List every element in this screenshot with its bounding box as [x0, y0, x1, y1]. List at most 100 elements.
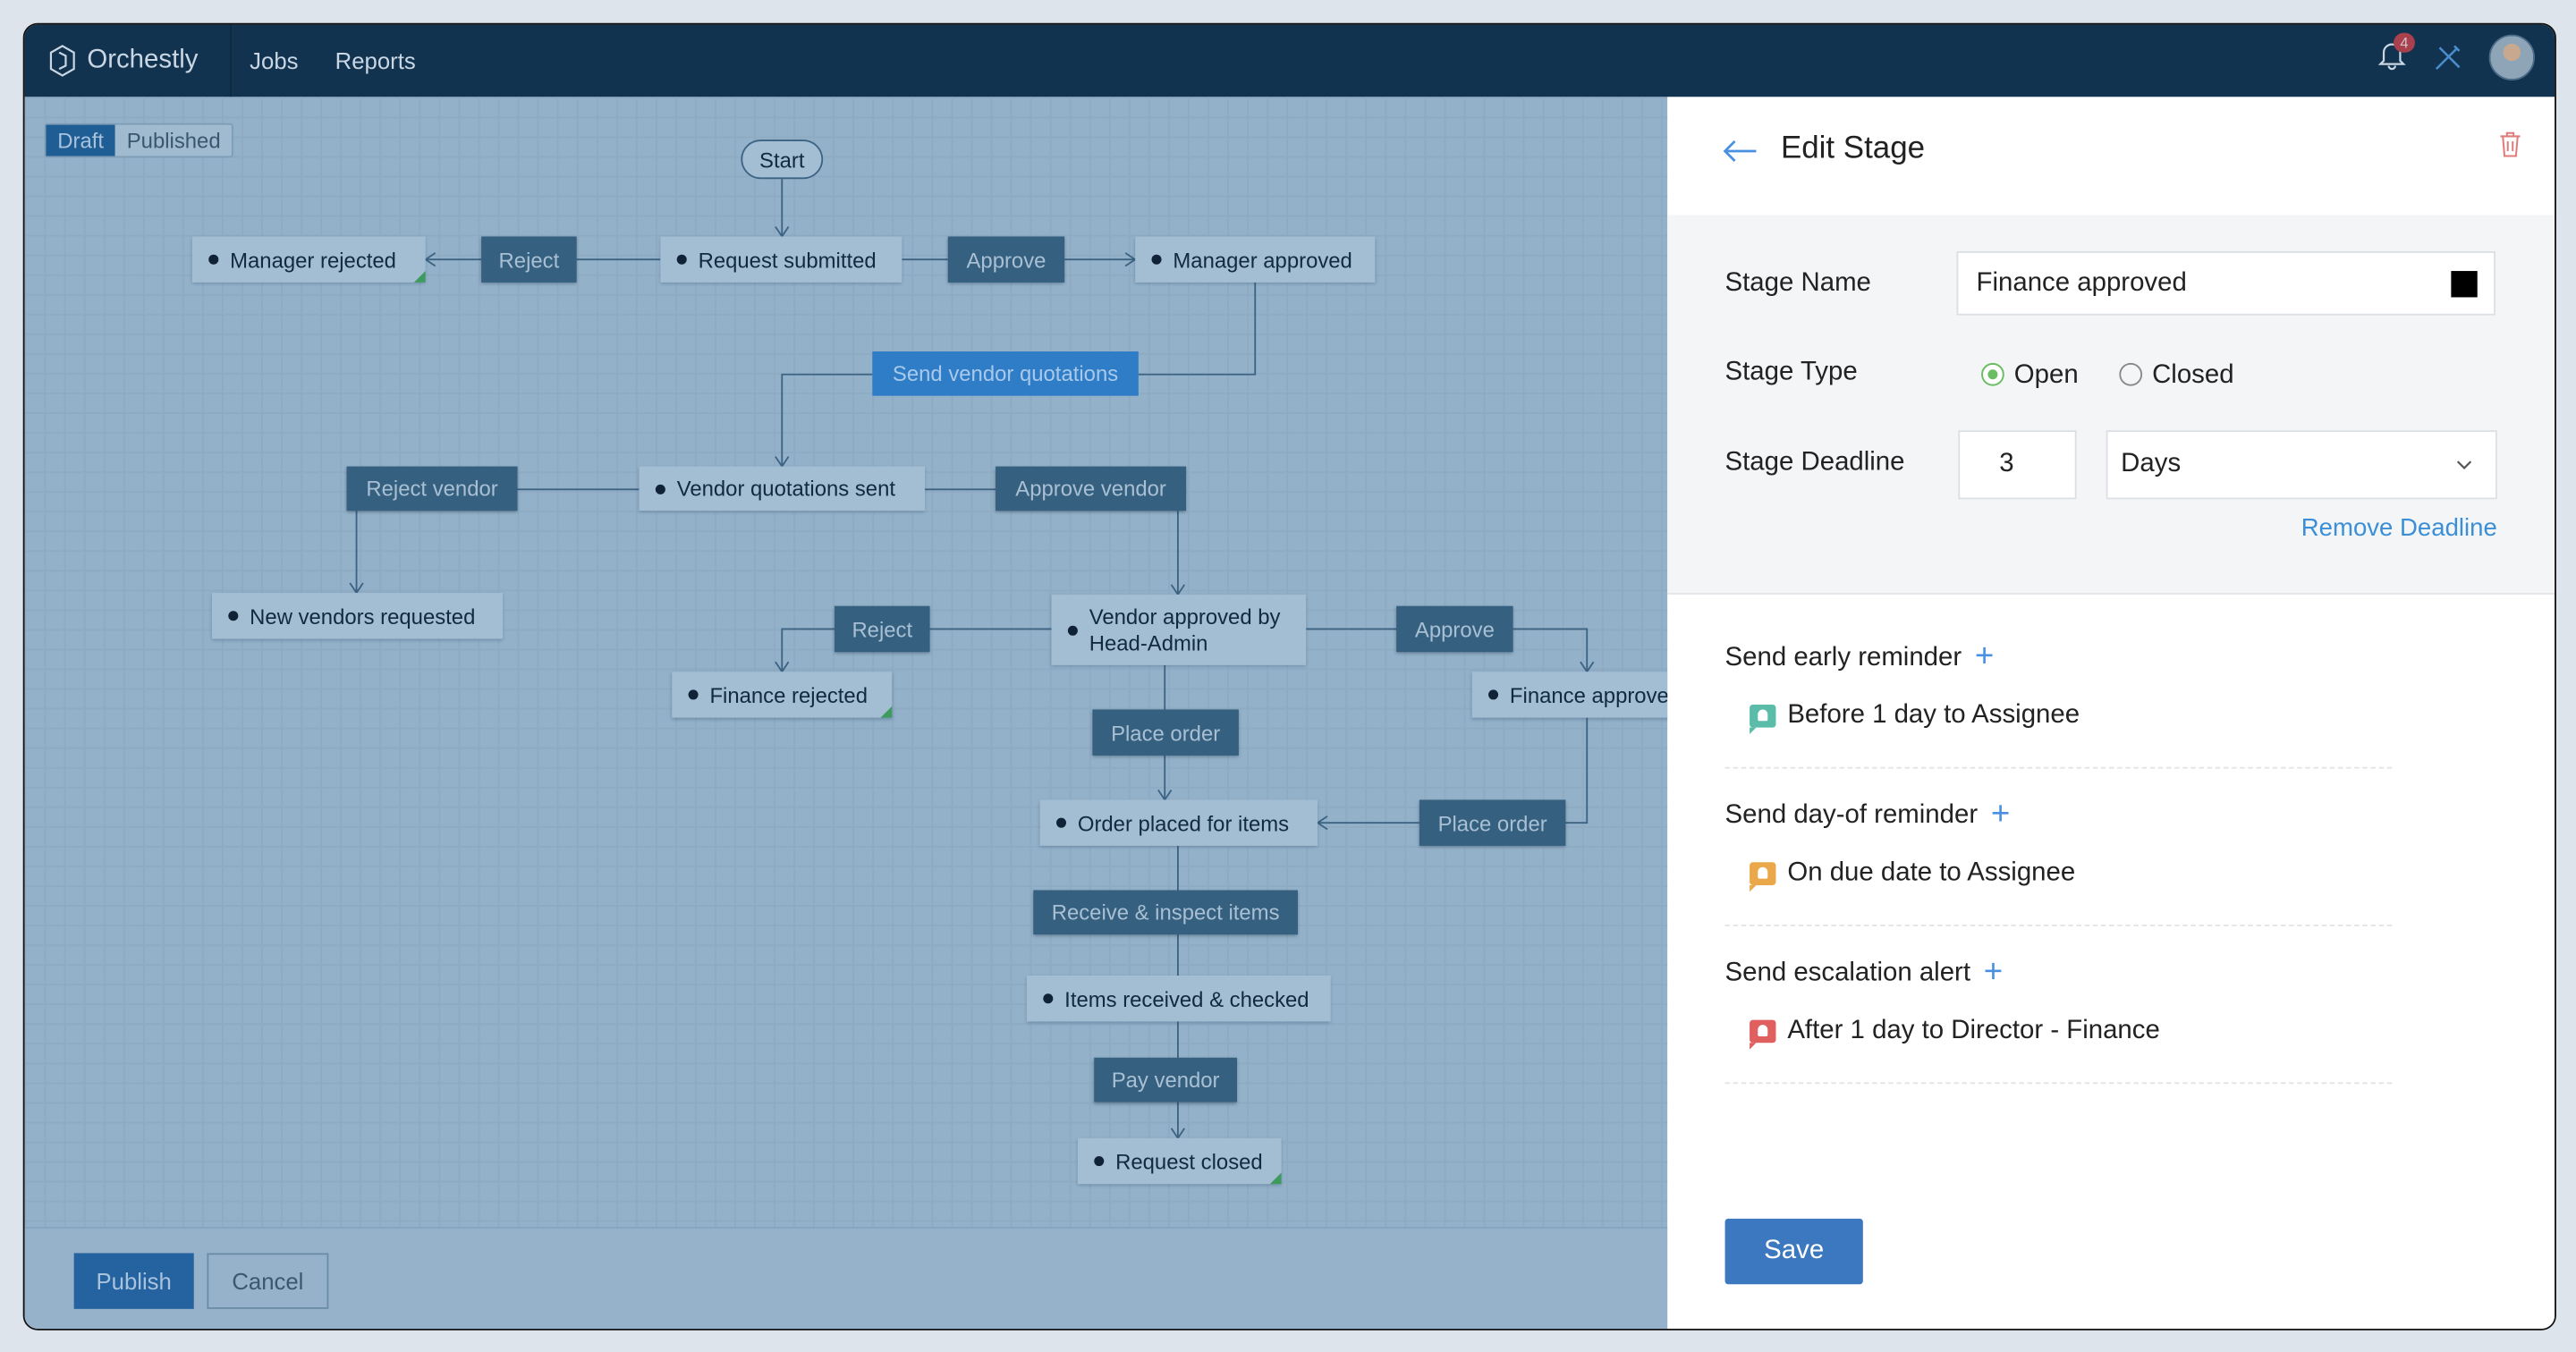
avatar[interactable]	[2488, 34, 2536, 80]
node-label: Place order	[1437, 810, 1547, 835]
radio-open-indicator	[1981, 362, 2004, 386]
node-label: Manager approved	[1173, 247, 1352, 272]
add-reminder-plus-icon[interactable]: +	[1984, 954, 2003, 990]
node-label: Send vendor quotations	[892, 361, 1119, 386]
panel-title: Edit Stage	[1780, 131, 1926, 166]
node-label: Finance approved	[1509, 682, 1682, 707]
stage-node[interactable]: Vendor quotations sent	[639, 466, 926, 511]
brand-name: Orchestly	[87, 46, 199, 74]
nav-reports[interactable]: Reports	[335, 25, 416, 97]
stage-name-input[interactable]: Finance approved	[1956, 251, 2496, 316]
node-label: Approve	[1414, 616, 1495, 642]
nav-jobs[interactable]: Jobs	[250, 25, 298, 97]
node-label: Finance rejected	[709, 682, 869, 707]
reminder-title: Send escalation alert	[1724, 959, 1971, 987]
publish-button[interactable]: Publish	[73, 1253, 194, 1309]
save-button[interactable]: Save	[1724, 1218, 1863, 1285]
stage-node[interactable]: Request submitted	[660, 236, 902, 283]
deadline-unit-select[interactable]: Days	[2106, 430, 2497, 500]
transition-node[interactable]: Reject	[835, 605, 930, 653]
orchestly-logo-icon	[49, 45, 75, 77]
node-label: Approve vendor	[1015, 476, 1166, 502]
reminder-section-title: Send escalation alert +	[1725, 954, 2004, 992]
transition-node[interactable]: Place order	[1419, 799, 1566, 846]
notification-badge: 4	[2394, 31, 2415, 52]
stage-node[interactable]: Vendor approved by Head-Admin	[1051, 594, 1307, 665]
stage-node[interactable]: Finance approved	[1471, 672, 1694, 718]
trash-icon[interactable]	[2499, 131, 2522, 157]
transition-node[interactable]: Approve	[1396, 605, 1513, 653]
stage-node[interactable]: Manager approved	[1135, 236, 1376, 283]
node-label: New vendors requested	[250, 603, 476, 629]
stage-deadline-label: Stage Deadline	[1724, 448, 1905, 477]
reminder-title: Send early reminder	[1724, 643, 1962, 672]
brand-logo[interactable]: Orchestly	[47, 25, 198, 97]
divider	[1724, 766, 2393, 769]
transition-node[interactable]: Reject	[481, 236, 577, 283]
notifications-button[interactable]: 4	[2377, 31, 2415, 78]
remove-deadline-link[interactable]: Remove Deadline	[2301, 514, 2497, 542]
node-label: Request submitted	[698, 247, 877, 272]
app-window: Orchestly Jobs Reports 4 Draft Published…	[22, 22, 2556, 1331]
transition-node[interactable]: Pay vendor	[1094, 1057, 1238, 1103]
node-label: Reject	[852, 616, 913, 642]
radio-open-label: Open	[2013, 361, 2079, 390]
connector-line	[1513, 628, 1589, 672]
transition-node[interactable]: Approve	[947, 236, 1065, 283]
reminder-text: Before 1 day to Assignee	[1787, 701, 2080, 730]
workflow-canvas[interactable]: Draft Published Start Manager rejected Rej…	[24, 97, 1694, 1329]
cancel-button[interactable]: Cancel	[207, 1253, 329, 1309]
node-label: Manager rejected	[230, 247, 396, 272]
bottom-action-bar: Publish Cancel	[24, 1227, 1668, 1329]
stage-node[interactable]: Request closed	[1077, 1137, 1282, 1185]
transition-node[interactable]: Receive & inspect items	[1033, 890, 1298, 935]
reminder-title: Send day-of reminder	[1724, 801, 1979, 830]
reminder-item[interactable]: On due date to Assignee	[1750, 858, 2076, 892]
transition-node[interactable]: Place order	[1092, 709, 1239, 756]
radio-closed[interactable]: Closed	[2119, 361, 2234, 391]
edit-stage-panel: Edit Stage Stage Name Finance approved S…	[1667, 97, 2555, 1329]
end-stage-marker	[413, 271, 426, 283]
node-label: Request closed	[1115, 1148, 1263, 1174]
reminder-section-title: Send day-of reminder +	[1725, 797, 2011, 834]
stage-type-label: Stage Type	[1724, 358, 1858, 386]
radio-open[interactable]: Open	[1981, 361, 2079, 391]
reminder-bell-icon	[1750, 862, 1776, 892]
stage-node[interactable]: New vendors requested	[211, 593, 504, 639]
connector-line	[1138, 282, 1257, 376]
stage-color-swatch[interactable]	[2451, 271, 2478, 298]
stage-node[interactable]: Manager rejected	[191, 236, 426, 283]
node-label: Reject vendor	[366, 476, 498, 502]
connector-line	[781, 373, 873, 467]
add-reminder-plus-icon[interactable]: +	[1991, 797, 2010, 832]
stage-name-label: Stage Name	[1724, 269, 1871, 298]
radio-closed-label: Closed	[2152, 361, 2234, 390]
tools-icon[interactable]	[2433, 43, 2462, 72]
stage-node[interactable]: Finance rejected	[672, 672, 893, 718]
reminder-item[interactable]: Before 1 day to Assignee	[1750, 701, 2080, 735]
divider	[1724, 1082, 2393, 1085]
node-label: Approve	[966, 247, 1046, 272]
add-reminder-plus-icon[interactable]: +	[1975, 638, 1994, 674]
reminder-section-title: Send early reminder +	[1725, 638, 1995, 676]
transition-node[interactable]: Send vendor quotations	[872, 351, 1139, 396]
reminder-text: On due date to Assignee	[1787, 858, 2076, 887]
divider	[1724, 925, 2393, 926]
deadline-value-input[interactable]: 3	[1958, 430, 2077, 500]
divider	[230, 24, 232, 97]
end-stage-marker	[1269, 1172, 1282, 1185]
stage-node[interactable]: Order placed for items	[1039, 799, 1318, 846]
connector-line	[781, 628, 835, 672]
node-label: Vendor approved by Head-Admin	[1089, 603, 1281, 655]
start-node[interactable]: Start	[741, 139, 824, 180]
node-label: Place order	[1111, 720, 1221, 745]
node-label: Items received & checked	[1064, 985, 1309, 1011]
transition-node[interactable]: Reject vendor	[346, 466, 518, 511]
reminder-bell-icon	[1750, 704, 1776, 735]
transition-node[interactable]: Approve vendor	[996, 466, 1187, 511]
back-arrow-icon[interactable]	[1722, 139, 1758, 163]
stage-node[interactable]: Items received & checked	[1026, 975, 1331, 1022]
reminder-item[interactable]: After 1 day to Director - Finance	[1750, 1016, 2160, 1050]
reminder-text: After 1 day to Director - Finance	[1787, 1016, 2160, 1045]
node-label: Pay vendor	[1111, 1067, 1220, 1093]
